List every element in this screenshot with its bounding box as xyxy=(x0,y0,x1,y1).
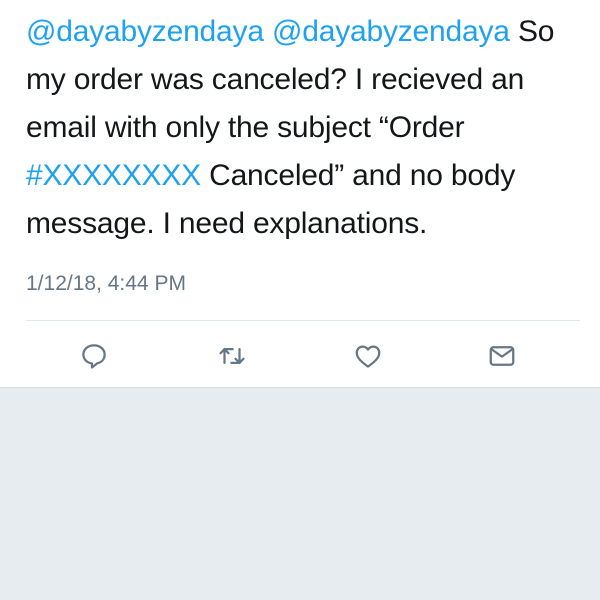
retweet-icon xyxy=(219,348,245,364)
direct-message-button[interactable] xyxy=(482,336,522,376)
reply-button[interactable] xyxy=(74,336,114,376)
tweet-actions xyxy=(0,336,600,376)
tweet-timestamp[interactable]: 1/12/18, 4:44 PM xyxy=(26,272,186,296)
tweet-text: @dayabyzendaya @dayabyzendaya So my orde… xyxy=(26,8,586,248)
tweet-card: @dayabyzendaya @dayabyzendaya So my orde… xyxy=(0,0,600,388)
retweet-button[interactable] xyxy=(212,336,252,376)
like-button[interactable] xyxy=(348,336,388,376)
direct-message-icon xyxy=(489,346,515,366)
divider xyxy=(26,320,580,321)
like-icon xyxy=(355,345,381,368)
mention-link[interactable]: @dayabyzendaya xyxy=(26,15,264,48)
hashtag-link[interactable]: #XXXXXXXX xyxy=(26,159,201,192)
mention-link[interactable]: @dayabyzendaya xyxy=(272,15,510,48)
reply-icon xyxy=(82,344,106,369)
